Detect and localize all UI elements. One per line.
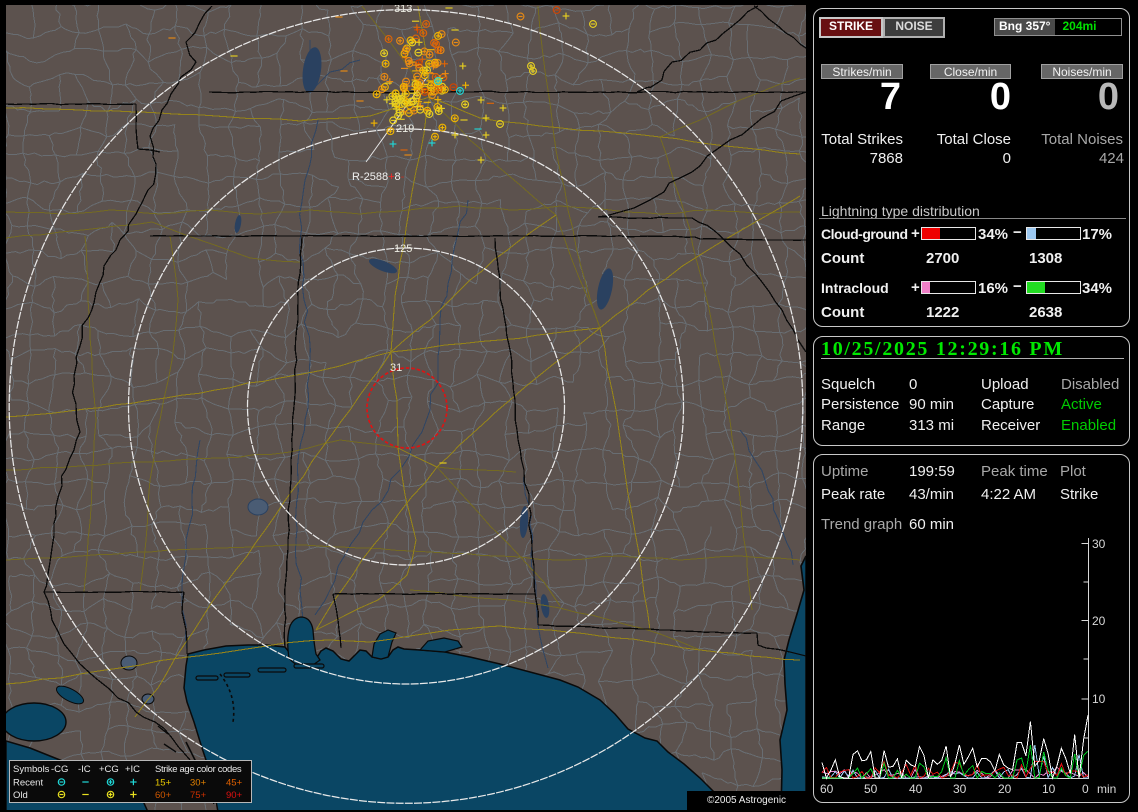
svg-text:-CG: -CG [51, 764, 68, 775]
svg-text:+IC: +IC [125, 764, 140, 775]
svg-text:30+: 30+ [190, 778, 207, 789]
svg-text:Old: Old [13, 790, 28, 801]
svg-text:15+: 15+ [155, 778, 172, 789]
svg-text:R-2588+8-: R-2588+8- [352, 171, 405, 183]
svg-text:Symbols: Symbols [13, 764, 50, 775]
svg-text:60+: 60+ [155, 790, 172, 801]
svg-text:45+: 45+ [226, 778, 243, 789]
svg-text:Strike age color codes: Strike age color codes [155, 764, 242, 775]
svg-text:125: 125 [394, 243, 412, 255]
svg-text:31: 31 [390, 362, 402, 374]
svg-text:90+: 90+ [226, 790, 243, 801]
svg-text:Recent: Recent [13, 778, 43, 789]
svg-text:-IC: -IC [78, 764, 91, 775]
svg-text:75+: 75+ [190, 790, 207, 801]
svg-text:219: 219 [396, 123, 414, 135]
svg-text:+CG: +CG [99, 764, 119, 775]
